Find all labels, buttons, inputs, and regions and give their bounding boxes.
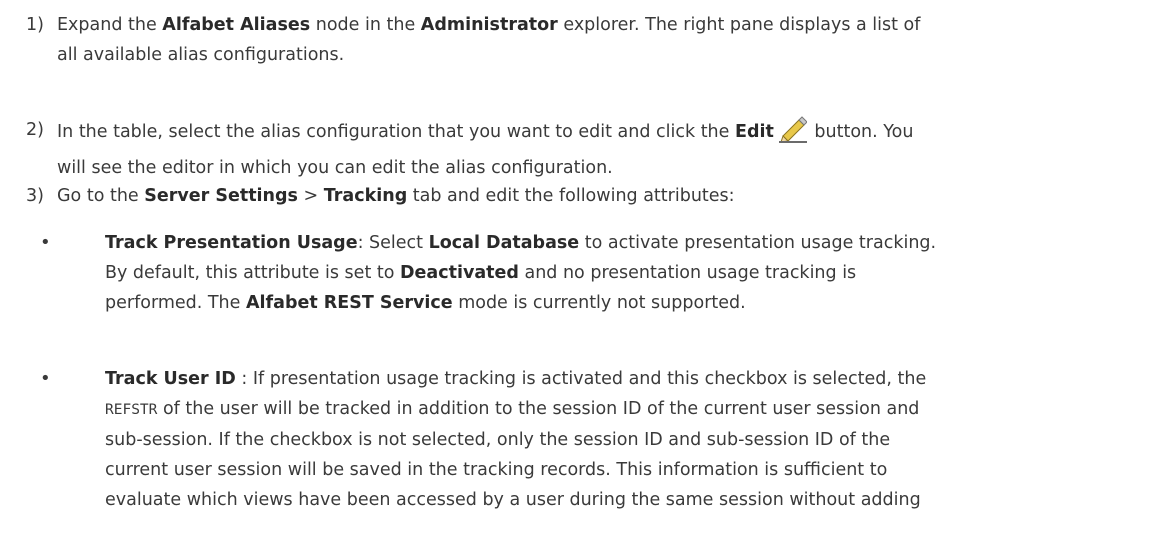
bold-term: Tracking	[323, 186, 408, 206]
step-line: In the table, select the alias configura…	[57, 115, 1142, 153]
bold-term: Edit	[734, 122, 774, 142]
step-number: 1)	[26, 15, 44, 35]
bold-term: Local Database	[428, 233, 580, 253]
text-run: node in the	[310, 15, 421, 35]
bold-term: Track User ID	[105, 369, 236, 389]
text-run: By default, this attribute is set to	[105, 263, 400, 283]
step-line: Expand the Alfabet Aliases node in the A…	[57, 10, 1142, 40]
text-run: mode is currently not supported.	[452, 293, 746, 313]
bold-term: Deactivated	[400, 263, 519, 283]
text-run: Go to the	[57, 186, 145, 206]
bullet-line: evaluate which views have been accessed …	[105, 490, 921, 510]
step-line: Go to the Server Settings > Tracking tab…	[57, 181, 1142, 211]
code-term: REFSTR	[105, 402, 158, 418]
step-line: will see the editor in which you can edi…	[57, 158, 613, 178]
step-text: In the table, select the alias configura…	[57, 115, 1142, 183]
bullet-text: Track Presentation Usage: Select Local D…	[105, 228, 1135, 318]
text-run: Expand the	[57, 15, 163, 35]
text-run: to activate presentation usage tracking.	[579, 233, 937, 253]
bullet-symbol: •	[40, 232, 51, 253]
step-number: 3)	[26, 186, 44, 206]
bold-term: Server Settings	[144, 186, 298, 206]
text-run: button. You	[808, 122, 914, 142]
bullet-text: Track User ID : If presentation usage tr…	[105, 364, 1135, 515]
text-run: : Select	[357, 233, 429, 253]
step-text: Go to the Server Settings > Tracking tab…	[57, 181, 1142, 211]
bullet-line: REFSTR of the user will be tracked in ad…	[105, 394, 1135, 425]
document-body: 1) Expand the Alfabet Aliases node in th…	[0, 0, 1164, 549]
text-run: : If presentation usage tracking is acti…	[235, 369, 927, 389]
text-run: of the user will be tracked in addition …	[157, 399, 920, 419]
step-line: all available alias configurations.	[57, 45, 345, 65]
text-run: In the table, select the alias configura…	[57, 122, 735, 142]
bullet-line: By default, this attribute is set to Dea…	[105, 258, 1135, 288]
bold-term: Alfabet REST Service	[245, 293, 453, 313]
text-run: >	[297, 186, 324, 206]
bullet-line: performed. The Alfabet REST Service mode…	[105, 288, 1135, 318]
bullet-line: Track Presentation Usage: Select Local D…	[105, 228, 1135, 258]
bullet-line: Track User ID : If presentation usage tr…	[105, 364, 1135, 394]
bullet-line: sub-session. If the checkbox is not sele…	[105, 430, 891, 450]
bullet-line: current user session will be saved in th…	[105, 460, 888, 480]
bold-term: Track Presentation Usage	[105, 233, 358, 253]
text-run: explorer. The right pane displays a list…	[557, 15, 921, 35]
bold-term: Administrator	[420, 15, 558, 35]
text-run: tab and edit the following attributes:	[407, 186, 735, 206]
bullet-symbol: •	[40, 368, 51, 389]
text-run: performed. The	[105, 293, 246, 313]
step-number: 2)	[26, 120, 44, 140]
step-text: Expand the Alfabet Aliases node in the A…	[57, 10, 1142, 70]
pencil-edit-icon	[777, 115, 808, 153]
text-run: and no presentation usage tracking is	[518, 263, 857, 283]
bold-term: Alfabet Aliases	[162, 15, 311, 35]
